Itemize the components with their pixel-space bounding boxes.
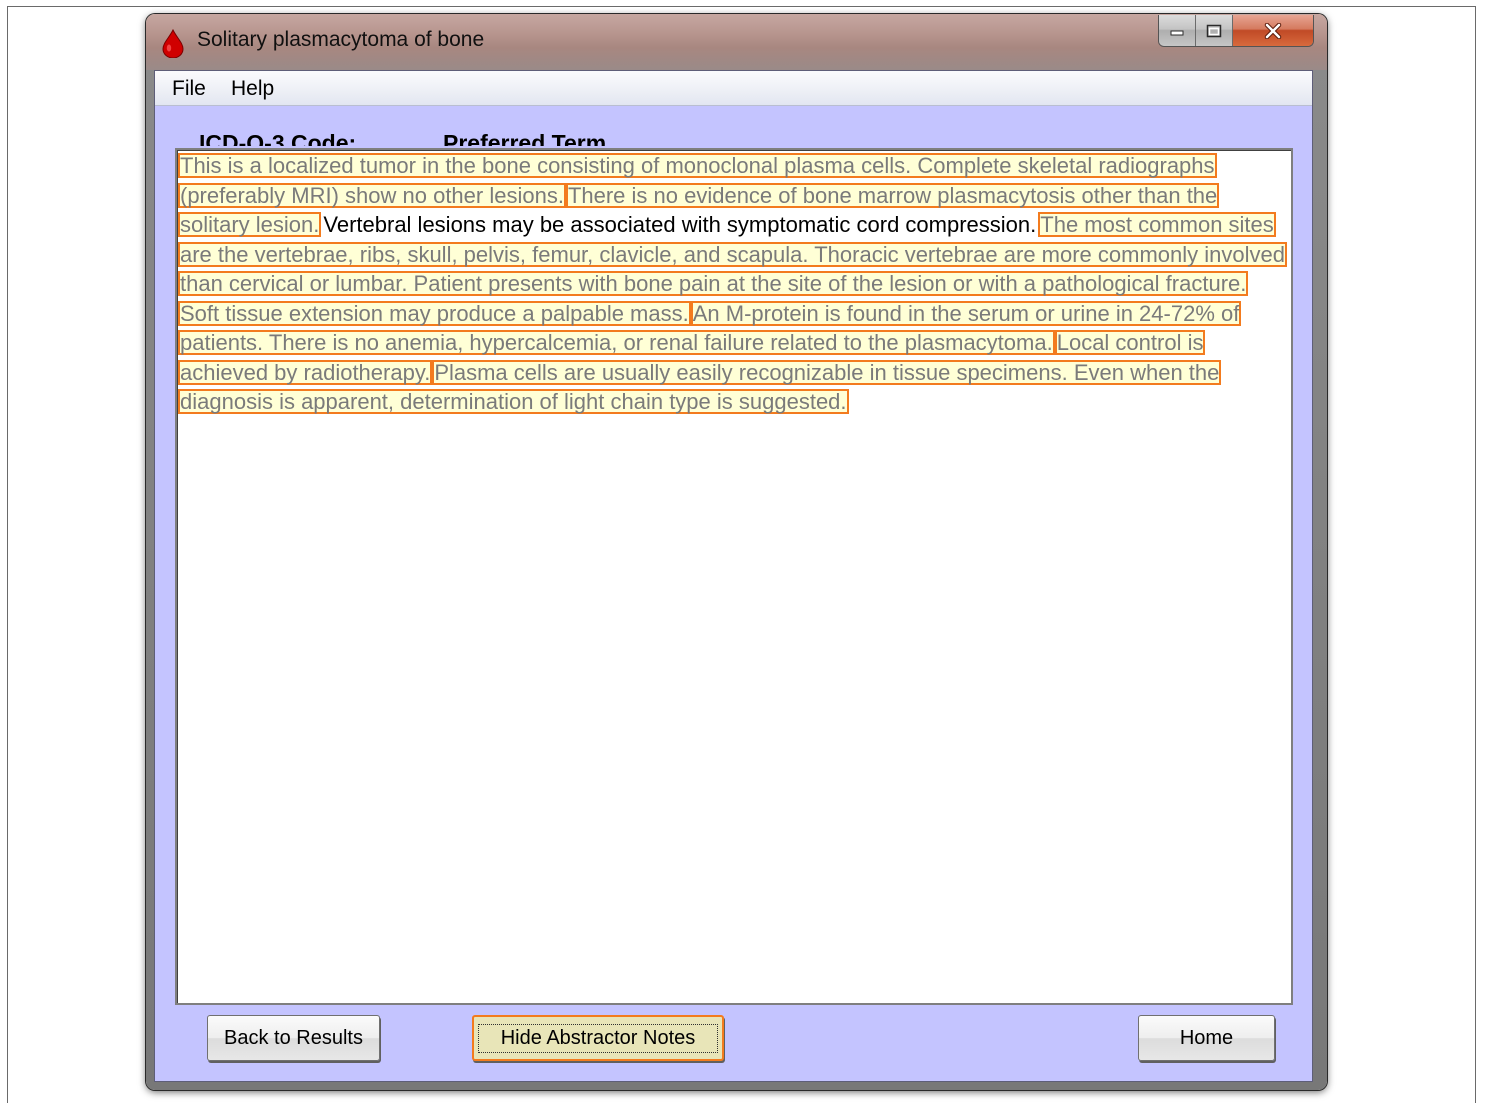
home-label: Home: [1179, 1026, 1234, 1049]
maximize-icon: [1206, 24, 1222, 37]
close-button[interactable]: [1233, 15, 1313, 46]
menu-help[interactable]: Help: [231, 77, 274, 101]
abstractor-notes-panel[interactable]: This is a localized tumor in the bone co…: [175, 148, 1293, 1005]
title-bar[interactable]: Solitary plasmacytoma of bone: [146, 14, 1327, 70]
client-area: File Help ICD-O-3 Code: Preferred Term T…: [154, 70, 1313, 1082]
column-header-code: ICD-O-3 Code:: [199, 130, 357, 146]
home-button[interactable]: Home: [1138, 1015, 1275, 1061]
back-to-results-label: Back to Results: [224, 1026, 363, 1049]
minimize-button[interactable]: [1159, 15, 1196, 46]
maximize-button[interactable]: [1196, 15, 1233, 46]
minimize-icon: [1170, 30, 1184, 35]
hide-abstractor-notes-label: Hide Abstractor Notes: [477, 1023, 719, 1053]
blood-drop-icon: [162, 28, 184, 58]
close-icon: [1264, 22, 1282, 39]
menu-bar: File Help: [155, 71, 1312, 106]
note-sentence-plain: Vertebral lesions may be associated with…: [323, 212, 1037, 237]
menu-file[interactable]: File: [172, 77, 206, 101]
caption-buttons: [1158, 15, 1314, 47]
hide-abstractor-notes-button[interactable]: Hide Abstractor Notes: [472, 1015, 724, 1061]
window-title: Solitary plasmacytoma of bone: [197, 28, 485, 51]
back-to-results-button[interactable]: Back to Results: [207, 1015, 380, 1061]
app-window: Solitary plasmacytoma of bone File Help …: [146, 14, 1327, 1090]
abstractor-notes-text: This is a localized tumor in the bone co…: [178, 151, 1287, 417]
column-header-term: Preferred Term: [443, 130, 607, 146]
